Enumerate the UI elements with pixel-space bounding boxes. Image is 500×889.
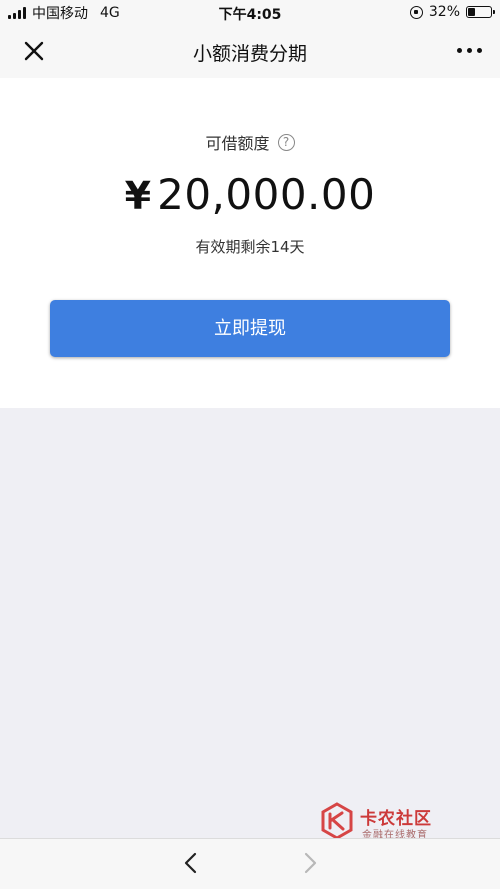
credit-card: 可借额度 ? ¥20,000.00 有效期剩余14天 立即提现 bbox=[0, 78, 500, 408]
currency-symbol: ¥ bbox=[124, 174, 152, 218]
app-page: 中国移动 4G 下午4:05 32% 小额消费分期 可借额度 ? ¥ 20,00… bbox=[0, 0, 500, 889]
page-title: 小额消费分期 bbox=[192, 43, 307, 65]
status-bar: 中国移动 4G 下午4:05 32% bbox=[0, 0, 500, 26]
battery-icon bbox=[466, 6, 495, 18]
validity-text: 有效期剩余14天 bbox=[195, 238, 305, 256]
battery-percent: 32% bbox=[428, 4, 460, 20]
battery-level bbox=[468, 8, 476, 16]
help-icon[interactable]: ? bbox=[277, 133, 295, 151]
limit-row: 可借额度 ? bbox=[0, 130, 500, 154]
orientation-lock-icon bbox=[409, 5, 423, 19]
status-right: 32% bbox=[409, 4, 495, 20]
forward-arrow-icon[interactable] bbox=[300, 851, 320, 875]
amount-value: 20,000.00 bbox=[157, 170, 376, 219]
withdraw-button[interactable]: 立即提现 bbox=[50, 300, 450, 357]
nav-bar: 小额消费分期 bbox=[0, 26, 500, 78]
watermark-logo-icon bbox=[321, 802, 353, 840]
back-arrow-icon[interactable] bbox=[181, 851, 201, 875]
credit-amount: ¥20,000.00 bbox=[0, 170, 500, 219]
credit-limit-label: 可借额度 bbox=[205, 134, 270, 153]
watermark: 卡农社区 金融在线教育 bbox=[318, 802, 458, 842]
bottom-toolbar bbox=[0, 838, 500, 889]
more-dots-icon[interactable] bbox=[457, 48, 482, 53]
